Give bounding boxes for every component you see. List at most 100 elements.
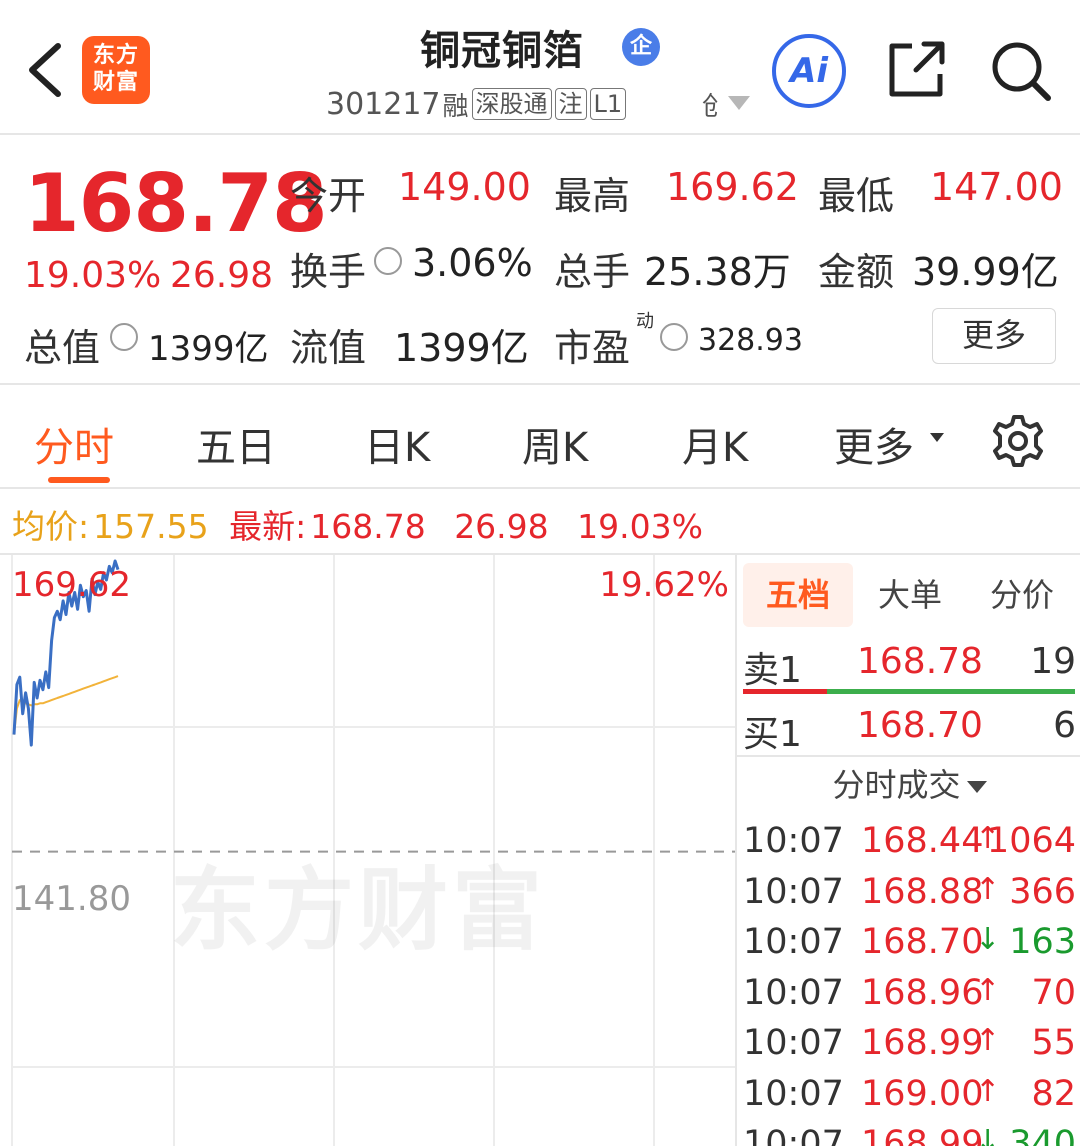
chart-high-label: 169.62 xyxy=(12,565,131,605)
tick-price: 168.88 xyxy=(861,871,984,912)
tab-monthly-k[interactable]: 月K xyxy=(682,415,748,473)
tab-more-dropdown-icon[interactable] xyxy=(930,433,944,442)
turnover-value: 3.06% xyxy=(412,241,533,285)
tick-volume: 163 xyxy=(1009,922,1076,962)
tick-time: 10:07 xyxy=(743,972,844,1013)
tab-price-distribution[interactable]: 分价 xyxy=(967,563,1077,627)
buy1-volume: 6 xyxy=(1053,705,1076,746)
tick-price: 168.96 xyxy=(861,972,984,1013)
pe-value: 328.93 xyxy=(698,323,803,358)
tag-level1[interactable]: L1 xyxy=(589,88,627,120)
latest-price-value: 168.78 xyxy=(310,507,426,546)
tick-price: 168.44 xyxy=(861,821,984,861)
tag-margin[interactable]: 融 xyxy=(443,86,469,123)
chevron-down-icon xyxy=(966,781,987,793)
change-percent: 19.03% xyxy=(24,255,162,296)
tick-row[interactable]: 10:07 168.99 ↓ 340 xyxy=(737,1120,1080,1146)
chart-period-tabs: 分时 五日 日K 周K 月K 更多 xyxy=(0,387,1080,489)
arrow-up-icon: ↑ xyxy=(975,871,1001,907)
ticks-header-label: 分时成交 xyxy=(832,766,961,804)
high-value: 169.62 xyxy=(666,165,799,209)
tick-time: 10:07 xyxy=(743,922,844,962)
pe-dynamic-mark: 动 xyxy=(636,311,654,332)
avg-price-label: 均价: xyxy=(12,507,90,546)
tick-time: 10:07 xyxy=(743,1023,844,1063)
order-book-sell1[interactable]: 卖1 168.78 19 xyxy=(737,631,1080,691)
market-cap-label: 总值 xyxy=(24,326,101,370)
header-bar: 东方 财富 铜冠铜箔 企 301217 融 深股通 注 L1 创 Ai xyxy=(0,0,1080,135)
float-cap-label: 流值 xyxy=(290,326,367,370)
tick-price: 168.99 xyxy=(861,1023,984,1063)
ticks-header-dropdown[interactable]: 分时成交 xyxy=(737,755,1080,813)
search-icon[interactable] xyxy=(988,38,1054,104)
float-cap-value: 1399亿 xyxy=(394,326,529,370)
tick-row[interactable]: 10:07 168.70 ↓ 163 xyxy=(737,918,1080,968)
tab-daily-k[interactable]: 日K xyxy=(364,415,430,473)
more-quote-button[interactable]: 更多 xyxy=(932,308,1056,364)
arrow-up-icon: ↑ xyxy=(975,972,1001,1008)
avg-price-value: 157.55 xyxy=(93,507,209,546)
tick-row[interactable]: 10:07 168.88 ↑ 366 xyxy=(737,868,1080,918)
tab-large-orders[interactable]: 大单 xyxy=(855,563,965,627)
tag-shenzhen-connect[interactable]: 深股通 xyxy=(471,88,552,120)
volume-value: 25.38万 xyxy=(644,250,791,294)
tab-five-day[interactable]: 五日 xyxy=(196,415,276,473)
intraday-chart[interactable]: 东方财富 169.62 19.62% 141.80 xyxy=(0,553,735,1146)
active-tab-indicator xyxy=(48,477,110,483)
arrow-down-icon: ↓ xyxy=(975,922,1001,957)
buy-sell-ratio-bar-green xyxy=(827,689,1075,694)
tick-time: 10:07 xyxy=(743,1073,844,1114)
low-value: 147.00 xyxy=(930,165,1063,209)
tag-chinext[interactable]: 创 xyxy=(702,86,718,123)
tab-weekly-k[interactable]: 周K xyxy=(522,415,588,473)
ai-assistant-button[interactable]: Ai xyxy=(772,34,846,108)
open-label: 今开 xyxy=(290,174,367,218)
amount-label: 金额 xyxy=(818,250,895,294)
tags-dropdown-icon[interactable] xyxy=(728,96,750,110)
stock-code: 301217 xyxy=(326,86,441,122)
order-book-buy1[interactable]: 买1 168.70 6 xyxy=(737,695,1080,755)
tab-more[interactable]: 更多 xyxy=(834,415,914,473)
tick-volume: 82 xyxy=(1031,1073,1076,1114)
market-cap-info-icon[interactable] xyxy=(110,323,138,351)
turnover-label: 换手 xyxy=(290,250,367,294)
pe-label: 市盈 xyxy=(554,326,631,370)
chart-prev-close-label: 141.80 xyxy=(12,879,131,919)
enterprise-badge-icon[interactable]: 企 xyxy=(622,28,660,66)
tick-time: 10:07 xyxy=(743,1124,844,1146)
latest-change-value: 26.98 xyxy=(454,507,549,546)
buy-sell-ratio-bar-red xyxy=(743,689,827,694)
tick-volume: 70 xyxy=(1031,972,1076,1013)
watermark-text: 东方财富 xyxy=(170,858,546,963)
back-arrow-icon[interactable] xyxy=(22,40,68,100)
low-label: 最低 xyxy=(818,174,895,218)
quote-panel: 168.78 19.03% 26.98 今开 149.00 最高 169.62 … xyxy=(0,137,1080,385)
tick-row[interactable]: 10:07 168.44 ↑ 1064 xyxy=(737,817,1080,867)
buy1-label: 买1 xyxy=(743,714,802,755)
tick-volume: 340 xyxy=(1009,1124,1076,1146)
arrow-up-icon: ↑ xyxy=(975,1023,1001,1058)
latest-change-percent: 19.03% xyxy=(577,507,704,546)
stock-tags: 301217 融 深股通 注 L1 xyxy=(326,84,627,124)
market-cap-value: 1399亿 xyxy=(148,329,269,369)
buy1-price: 168.70 xyxy=(857,705,983,746)
tag-registration[interactable]: 注 xyxy=(554,88,587,120)
tick-volume: 366 xyxy=(1009,871,1076,912)
turnover-info-icon[interactable] xyxy=(374,247,402,275)
tab-intraday[interactable]: 分时 xyxy=(34,415,114,473)
tab-five-levels[interactable]: 五档 xyxy=(743,563,853,627)
arrow-down-icon: ↓ xyxy=(975,1124,1001,1146)
open-value: 149.00 xyxy=(398,165,531,209)
tick-price: 168.70 xyxy=(861,922,984,962)
volume-label: 总手 xyxy=(554,250,631,294)
tick-row[interactable]: 10:07 168.99 ↑ 55 xyxy=(737,1019,1080,1069)
tick-price: 168.99 xyxy=(861,1124,984,1146)
share-icon[interactable] xyxy=(886,38,948,100)
latest-price-label: 最新: xyxy=(229,507,307,546)
sell1-label: 卖1 xyxy=(743,650,802,691)
arrow-up-icon: ↑ xyxy=(975,1073,1001,1109)
tick-row[interactable]: 10:07 169.00 ↑ 82 xyxy=(737,1070,1080,1120)
gear-icon[interactable] xyxy=(990,413,1046,469)
tick-row[interactable]: 10:07 168.96 ↑ 70 xyxy=(737,969,1080,1019)
pe-info-icon[interactable] xyxy=(660,323,688,351)
